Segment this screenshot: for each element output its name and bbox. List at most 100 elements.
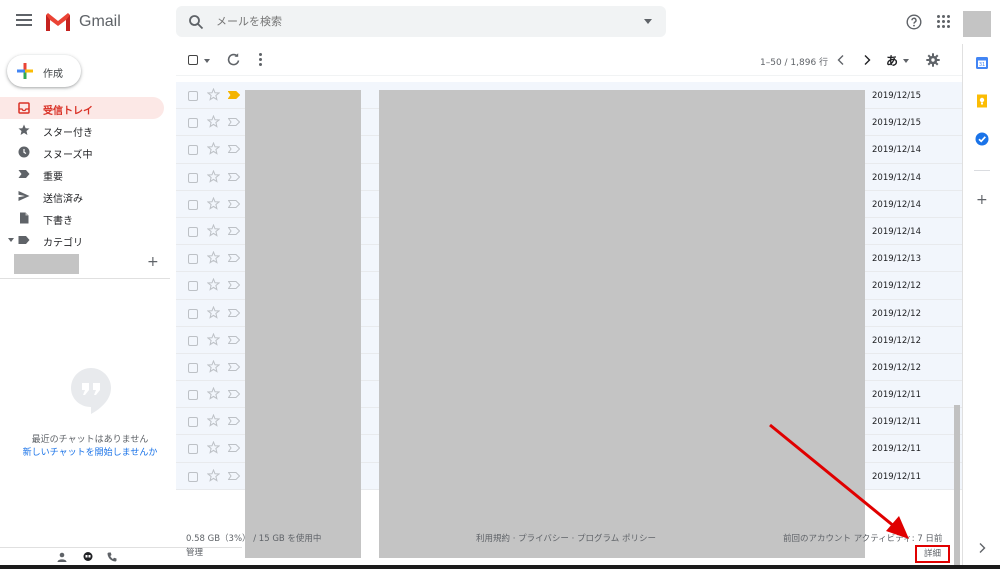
importance-marker-icon[interactable] bbox=[228, 254, 240, 263]
search-box[interactable] bbox=[176, 6, 666, 37]
row-checkbox[interactable] bbox=[188, 91, 198, 101]
tasks-icon[interactable] bbox=[975, 132, 989, 146]
star-toggle-icon[interactable] bbox=[207, 115, 220, 128]
search-icon[interactable] bbox=[188, 14, 204, 30]
gmail-logo-icon[interactable] bbox=[45, 12, 71, 32]
sidebar-item-important[interactable]: 重要 bbox=[0, 163, 164, 185]
row-checkbox[interactable] bbox=[188, 145, 198, 156]
pagination-text: 1–50 / 1,896 行 bbox=[760, 58, 829, 68]
row-checkbox[interactable] bbox=[188, 390, 198, 401]
app-name[interactable]: Gmail bbox=[79, 13, 121, 31]
new-chat-button[interactable]: + bbox=[147, 254, 159, 270]
star-toggle-icon[interactable] bbox=[207, 387, 220, 400]
row-checkbox[interactable] bbox=[188, 362, 198, 373]
terms-privacy-links[interactable]: 利用規約 · プライバシー · プログラム ポリシー bbox=[476, 532, 656, 544]
select-all-checkbox[interactable] bbox=[188, 55, 198, 65]
help-icon[interactable] bbox=[906, 14, 922, 30]
hangouts-user-name[interactable] bbox=[14, 254, 79, 274]
importance-marker-icon[interactable] bbox=[228, 172, 240, 181]
star-toggle-icon[interactable] bbox=[207, 332, 220, 346]
star-toggle-icon[interactable] bbox=[207, 441, 220, 455]
importance-marker-icon[interactable] bbox=[228, 362, 240, 371]
star-toggle-icon[interactable] bbox=[207, 414, 220, 427]
importance-marker-icon[interactable] bbox=[228, 226, 240, 235]
row-checkbox[interactable] bbox=[188, 118, 198, 129]
importance-marker-icon[interactable] bbox=[228, 335, 240, 344]
hangouts-icon[interactable] bbox=[83, 552, 93, 562]
scrollbar-thumb[interactable] bbox=[954, 405, 960, 565]
row-checkbox[interactable] bbox=[188, 471, 198, 482]
importance-marker-icon[interactable] bbox=[228, 281, 240, 290]
expand-side-panel-icon[interactable] bbox=[977, 542, 987, 554]
sidebar-item-categories[interactable]: カテゴリ bbox=[0, 229, 164, 251]
row-checkbox[interactable] bbox=[188, 417, 198, 428]
search-options-icon[interactable] bbox=[644, 19, 652, 24]
importance-marker-icon[interactable] bbox=[228, 390, 240, 399]
get-addons-button[interactable]: + bbox=[976, 192, 988, 208]
redacted-senders bbox=[245, 90, 361, 558]
row-checkbox[interactable] bbox=[188, 199, 198, 210]
start-new-chat-link[interactable]: 新しいチャットを開始しませんか bbox=[0, 445, 180, 458]
row-checkbox[interactable] bbox=[188, 308, 198, 319]
email-date: 2019/12/14 bbox=[872, 172, 921, 183]
select-dropdown-icon[interactable] bbox=[204, 59, 210, 63]
inbox-icon bbox=[18, 102, 30, 114]
search-input[interactable] bbox=[216, 6, 636, 37]
star-toggle-icon[interactable] bbox=[207, 223, 220, 237]
contacts-person-icon[interactable] bbox=[57, 552, 67, 562]
row-checkbox[interactable] bbox=[188, 335, 198, 346]
row-checkbox[interactable] bbox=[188, 444, 198, 455]
importance-marker-icon[interactable] bbox=[228, 91, 240, 99]
refresh-icon[interactable] bbox=[227, 53, 240, 66]
compose-button[interactable]: 作成 bbox=[7, 55, 81, 87]
star-toggle-icon[interactable] bbox=[207, 305, 220, 319]
star-toggle-icon[interactable] bbox=[207, 468, 220, 482]
importance-marker-icon[interactable] bbox=[228, 145, 240, 154]
calendar-icon[interactable]: 31 bbox=[975, 56, 989, 70]
row-checkbox[interactable] bbox=[188, 226, 198, 237]
star-toggle-icon[interactable] bbox=[207, 359, 220, 373]
star-toggle-icon[interactable] bbox=[207, 251, 220, 264]
star-icon bbox=[18, 124, 30, 135]
input-tools-button[interactable]: あ bbox=[886, 52, 898, 69]
sidebar-item-label: 下書き bbox=[43, 216, 73, 227]
importance-marker-icon[interactable] bbox=[228, 199, 240, 208]
keep-icon[interactable] bbox=[975, 94, 989, 108]
email-date: 2019/12/13 bbox=[872, 254, 921, 265]
email-date: 2019/12/12 bbox=[872, 308, 921, 319]
star-toggle-icon[interactable] bbox=[207, 88, 220, 101]
apps-grid-icon[interactable] bbox=[937, 15, 950, 28]
next-page-icon[interactable] bbox=[862, 54, 872, 66]
settings-gear-icon[interactable] bbox=[926, 53, 940, 67]
top-bar: Gmail bbox=[0, 0, 1000, 44]
sidebar-item-snoozed[interactable]: スヌーズ中 bbox=[0, 141, 164, 163]
account-avatar[interactable] bbox=[963, 11, 991, 37]
email-date: 2019/12/12 bbox=[872, 281, 921, 292]
more-options-icon[interactable] bbox=[259, 53, 263, 67]
star-toggle-icon[interactable] bbox=[207, 278, 220, 292]
expand-caret-icon[interactable] bbox=[8, 238, 14, 242]
main-menu-icon[interactable] bbox=[16, 14, 32, 28]
star-toggle-icon[interactable] bbox=[207, 142, 220, 156]
sidebar-item-starred[interactable]: スター付き bbox=[0, 119, 164, 141]
sidebar-item-inbox[interactable]: 受信トレイ bbox=[0, 97, 164, 119]
importance-marker-icon[interactable] bbox=[228, 471, 240, 480]
previous-page-icon[interactable] bbox=[836, 54, 846, 66]
details-link[interactable]: 詳細 bbox=[915, 545, 950, 563]
email-date: 2019/12/14 bbox=[872, 226, 921, 237]
star-toggle-icon[interactable] bbox=[207, 196, 220, 210]
importance-marker-icon[interactable] bbox=[228, 444, 240, 453]
phone-icon[interactable] bbox=[107, 552, 117, 562]
manage-storage-link[interactable]: 管理 bbox=[186, 546, 203, 558]
sidebar-item-drafts[interactable]: 下書き bbox=[0, 207, 164, 229]
input-tools-dropdown-icon[interactable] bbox=[903, 59, 909, 63]
importance-marker-icon[interactable] bbox=[228, 417, 240, 426]
row-checkbox[interactable] bbox=[188, 172, 198, 183]
row-checkbox[interactable] bbox=[188, 281, 198, 292]
sidebar-item-sent[interactable]: 送信済み bbox=[0, 185, 164, 207]
compose-label: 作成 bbox=[43, 69, 63, 80]
importance-marker-icon[interactable] bbox=[228, 308, 240, 317]
star-toggle-icon[interactable] bbox=[207, 169, 220, 183]
importance-marker-icon[interactable] bbox=[228, 118, 240, 127]
row-checkbox[interactable] bbox=[188, 254, 198, 265]
